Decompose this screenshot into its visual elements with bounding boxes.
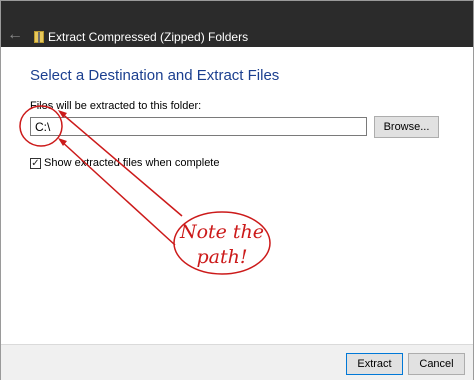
path-highlight-circle bbox=[19, 105, 63, 147]
cancel-button[interactable]: Cancel bbox=[408, 353, 465, 375]
dialog-footer: Extract Cancel bbox=[1, 344, 473, 380]
annotation-note: Note the path! bbox=[174, 220, 270, 270]
arrow-line-upper bbox=[59, 111, 183, 217]
annotation-overlay bbox=[19, 105, 271, 275]
arrow-line-lower bbox=[59, 139, 176, 246]
annotation-line-1: Note the bbox=[179, 221, 265, 243]
annotation-line-2: path! bbox=[196, 246, 248, 268]
extract-button[interactable]: Extract bbox=[346, 353, 403, 375]
